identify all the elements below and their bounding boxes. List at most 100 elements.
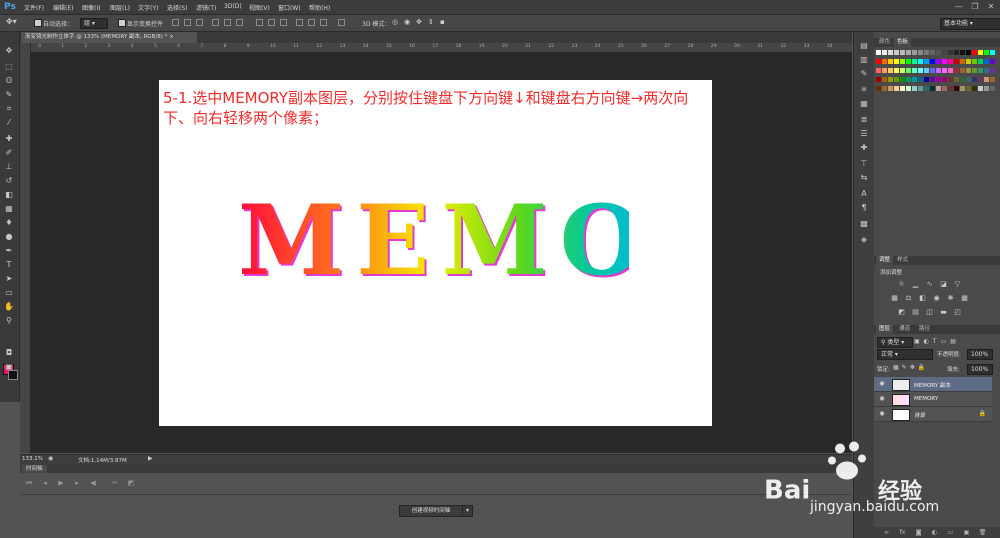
lasso-tool-icon[interactable]: ʘ (3, 76, 15, 86)
color-swatch[interactable] (912, 86, 917, 91)
color-swatch[interactable] (984, 77, 989, 82)
color-swatch[interactable] (894, 77, 899, 82)
menu-image[interactable]: 图像(I) (82, 3, 100, 12)
color-swatch[interactable] (876, 50, 881, 55)
color-swatch[interactable] (888, 50, 893, 55)
first-frame-icon[interactable]: ⏮ (24, 478, 34, 488)
color-lookup-icon[interactable]: ▦ (960, 294, 969, 302)
color-swatch[interactable] (894, 68, 899, 73)
color-swatch[interactable] (906, 50, 911, 55)
show-transform-checkbox[interactable] (118, 19, 126, 27)
color-swatch[interactable] (900, 77, 905, 82)
color-swatch[interactable] (984, 68, 989, 73)
align-right-icon[interactable] (236, 19, 243, 26)
color-swatch[interactable] (918, 77, 923, 82)
color-swatch[interactable] (978, 59, 983, 64)
delete-layer-icon[interactable]: 🗑 (978, 528, 987, 537)
history-icon[interactable]: ▤ (858, 40, 870, 51)
clone-stamp-icon[interactable]: ⊥ (3, 162, 15, 172)
color-swatch[interactable] (906, 86, 911, 91)
color-swatch[interactable] (954, 86, 959, 91)
color-swatch[interactable] (960, 59, 965, 64)
layer-kind-filter[interactable]: ⚲ 类型 ▾ (877, 337, 913, 348)
path-select-icon[interactable]: ➤ (3, 274, 15, 284)
3d-roll-icon[interactable]: ◉ (404, 18, 410, 26)
notes-icon[interactable]: ✚ (858, 142, 870, 153)
color-swatch[interactable] (960, 50, 965, 55)
color-swatch[interactable] (882, 59, 887, 64)
3d-icon[interactable]: ◈ (858, 234, 870, 245)
color-swatch[interactable] (954, 77, 959, 82)
color-swatch[interactable] (960, 68, 965, 73)
color-swatch[interactable] (888, 86, 893, 91)
color-swatch[interactable] (912, 77, 917, 82)
color-swatch[interactable] (966, 77, 971, 82)
align-bottom-icon[interactable] (196, 19, 203, 26)
color-swatch[interactable] (936, 77, 941, 82)
tab-swatches[interactable]: 色板 (894, 38, 912, 47)
color-swatch[interactable] (918, 68, 923, 73)
brush-preset-icon[interactable]: ✎ (858, 68, 870, 79)
color-swatch[interactable] (912, 59, 917, 64)
move-tool-icon[interactable]: ✥▾ (6, 17, 17, 26)
color-swatch[interactable] (930, 59, 935, 64)
prev-frame-icon[interactable]: ◂ (40, 478, 50, 488)
color-swatch[interactable] (990, 68, 995, 73)
document-tab[interactable]: 渐变镜光制作立体字 @ 133% (MEMORY 副本, RGB/8) * × (21, 32, 197, 43)
color-swatch[interactable] (900, 68, 905, 73)
tab-paths[interactable]: 路径 (916, 325, 933, 334)
tab-layers[interactable]: 图层 (876, 325, 894, 334)
3d-pan-icon[interactable]: ✥ (416, 18, 422, 26)
3d-scale-icon[interactable]: ▪ (440, 18, 445, 26)
new-group-icon[interactable]: ▭ (946, 528, 955, 537)
new-layer-icon[interactable]: ▣ (962, 528, 971, 537)
color-swatch[interactable] (900, 86, 905, 91)
color-swatch[interactable] (930, 50, 935, 55)
color-swatch[interactable] (906, 77, 911, 82)
color-swatch[interactable] (918, 86, 923, 91)
levels-icon[interactable]: ▁ (911, 280, 920, 288)
restore-button[interactable]: ❐ (970, 2, 980, 11)
crop-tool-icon[interactable]: ⌗ (3, 104, 15, 114)
color-swatch[interactable] (912, 68, 917, 73)
color-swatch[interactable] (924, 50, 929, 55)
split-icon[interactable]: ✂ (110, 478, 120, 488)
threshold-icon[interactable]: ◫ (925, 308, 934, 316)
layer-row[interactable]: ◉ 背景 🔒 (874, 407, 992, 422)
color-swatch[interactable] (918, 50, 923, 55)
color-swatch[interactable] (972, 77, 977, 82)
clone-source-icon[interactable]: ⇆ (858, 172, 870, 183)
blur-tool-icon[interactable]: ♦ (3, 218, 15, 228)
navigator-icon[interactable]: ✳ (858, 84, 870, 95)
color-swatch[interactable] (978, 50, 983, 55)
color-swatch[interactable] (942, 68, 947, 73)
eyedropper-tool-icon[interactable]: ⁄ (3, 118, 15, 128)
align-vcenter-icon[interactable] (184, 19, 191, 26)
tab-color[interactable]: 颜色 (876, 38, 893, 47)
color-swatch[interactable] (924, 86, 929, 91)
color-swatch[interactable] (948, 59, 953, 64)
distribute-hcenter-icon[interactable] (308, 19, 315, 26)
color-swatch[interactable] (942, 86, 947, 91)
color-swatch[interactable] (948, 50, 953, 55)
color-swatch[interactable] (942, 77, 947, 82)
color-swatch[interactable] (876, 68, 881, 73)
color-swatch[interactable] (900, 50, 905, 55)
color-swatch[interactable] (936, 50, 941, 55)
color-swatch[interactable] (876, 59, 881, 64)
brush-tool-icon[interactable]: ✐ (3, 148, 15, 158)
color-swatch[interactable] (954, 50, 959, 55)
visibility-eye-icon[interactable]: ◉ (878, 395, 886, 403)
color-swatch[interactable] (936, 59, 941, 64)
healing-brush-icon[interactable]: ✚ (3, 134, 15, 144)
paragraph-icon[interactable]: ¶ (858, 202, 870, 213)
brightness-icon[interactable]: ☼ (897, 280, 906, 288)
layer-row[interactable]: ◉ MEMORY 副本 (874, 377, 992, 392)
color-swatch[interactable] (972, 86, 977, 91)
tab-channels[interactable]: 通道 (896, 325, 913, 334)
color-swatch[interactable] (966, 68, 971, 73)
color-swatch[interactable] (882, 50, 887, 55)
menu-file[interactable]: 文件(F) (24, 3, 44, 12)
menu-help[interactable]: 帮助(H) (309, 3, 330, 12)
color-swatch[interactable] (888, 59, 893, 64)
